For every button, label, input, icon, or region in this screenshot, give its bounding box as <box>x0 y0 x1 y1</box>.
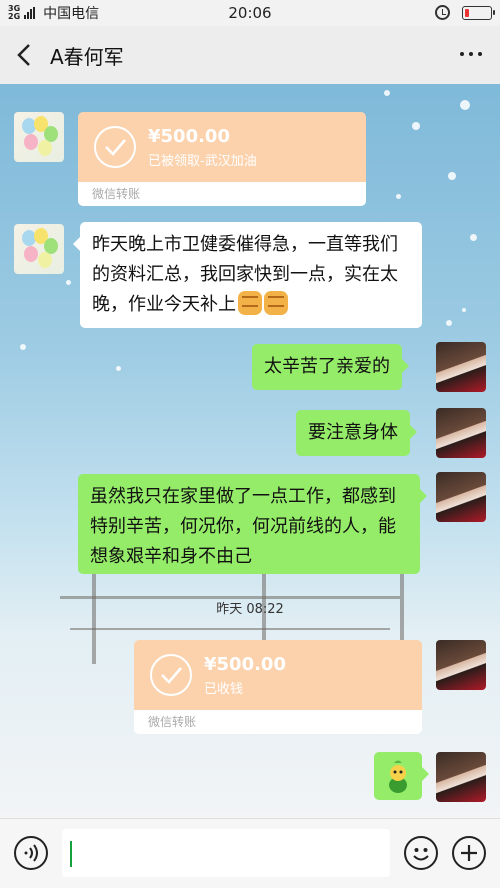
contact-avatar[interactable] <box>14 112 64 162</box>
voice-icon[interactable] <box>14 836 48 870</box>
message-bubble-sent[interactable]: 太辛苦了亲爱的 <box>252 344 409 390</box>
message-bubble-sent[interactable]: 虽然我只在家里做了一点工作，都感到特别辛苦，何况你，何况前线的人，能想象艰辛和身… <box>78 474 427 574</box>
check-icon <box>150 654 192 696</box>
my-avatar[interactable] <box>436 752 486 802</box>
snowflake <box>412 122 420 130</box>
status-bar: 3G 2G 中国电信 20:06 <box>0 0 500 26</box>
battery-fill <box>465 8 469 17</box>
snowflake <box>462 308 466 312</box>
emoji-icon[interactable] <box>404 836 438 870</box>
plus-icon[interactable] <box>452 836 486 870</box>
snowflake <box>20 344 26 350</box>
snowflake <box>384 90 390 96</box>
contact-avatar[interactable] <box>14 224 64 274</box>
transfer-footer: 微信转账 <box>78 182 366 206</box>
transfer-card-sent[interactable]: ¥500.00 已收钱 微信转账 <box>134 640 422 734</box>
my-avatar[interactable] <box>436 472 486 522</box>
battery-icon <box>462 5 495 20</box>
balloon <box>38 140 52 156</box>
my-avatar[interactable] <box>436 640 486 690</box>
network-bottom: 2G <box>8 12 21 21</box>
status-left: 3G 2G 中国电信 <box>8 3 99 23</box>
signal-icon <box>24 7 36 19</box>
back-icon[interactable] <box>4 26 44 84</box>
message-bubble-received[interactable]: 昨天晚上市卫健委催得急，一直等我们的资料汇总，我回家快到一点，实在太晚，作业今天… <box>73 222 422 328</box>
network-type: 3G 2G <box>8 5 20 21</box>
snowflake <box>396 194 401 199</box>
carrier-name: 中国电信 <box>43 6 100 22</box>
snowflake <box>66 280 71 285</box>
check-icon <box>94 126 136 168</box>
input-bar <box>0 818 500 888</box>
balloon <box>24 134 38 150</box>
message-input[interactable] <box>62 829 390 877</box>
transfer-card-top: ¥500.00 已收钱 <box>134 640 422 710</box>
message-bubble-sent[interactable]: 要注意身体 <box>296 410 417 456</box>
chat-title: A春何军 <box>50 44 124 69</box>
balloon <box>38 252 52 268</box>
text-cursor <box>70 841 72 867</box>
transfer-card-top: ¥500.00 已被领取-武汉加油 <box>78 112 366 182</box>
transfer-card-received[interactable]: ¥500.00 已被领取-武汉加油 微信转账 <box>78 112 366 206</box>
snowflake <box>448 172 456 180</box>
title-bar: A春何军 <box>0 26 500 84</box>
balloon <box>24 246 38 262</box>
my-avatar[interactable] <box>436 342 486 392</box>
fist-emoji-icon <box>264 291 288 315</box>
more-icon[interactable] <box>460 52 482 56</box>
sprout-sticker-icon <box>389 760 407 793</box>
message-text: 要注意身体 <box>308 422 398 443</box>
alarm-icon <box>435 5 450 20</box>
transfer-status: 已收钱 <box>204 682 244 697</box>
transfer-amount: ¥500.00 <box>148 126 230 147</box>
snowflake <box>470 234 477 241</box>
transfer-status: 已被领取-武汉加油 <box>148 154 257 169</box>
fence-rail <box>70 628 390 630</box>
status-right <box>435 5 495 20</box>
message-timestamp: 昨天 08:22 <box>216 602 284 617</box>
message-text: 太辛苦了亲爱的 <box>264 356 390 377</box>
message-text: 虽然我只在家里做了一点工作，都感到特别辛苦，何况你，何况前线的人，能想象艰辛和身… <box>90 486 396 567</box>
fist-emoji-icon <box>238 291 262 315</box>
my-avatar[interactable] <box>436 408 486 458</box>
snowflake <box>460 100 470 110</box>
transfer-amount: ¥500.00 <box>204 654 286 675</box>
chat-area[interactable]: ¥500.00 已被领取-武汉加油 微信转账 昨天晚上市卫健委催得急，一直等我们… <box>0 84 500 818</box>
fence-post <box>92 574 96 664</box>
sticker-bubble-sent[interactable] <box>374 752 429 800</box>
snowflake <box>446 320 452 326</box>
transfer-footer: 微信转账 <box>134 710 422 734</box>
snowflake <box>116 366 121 371</box>
